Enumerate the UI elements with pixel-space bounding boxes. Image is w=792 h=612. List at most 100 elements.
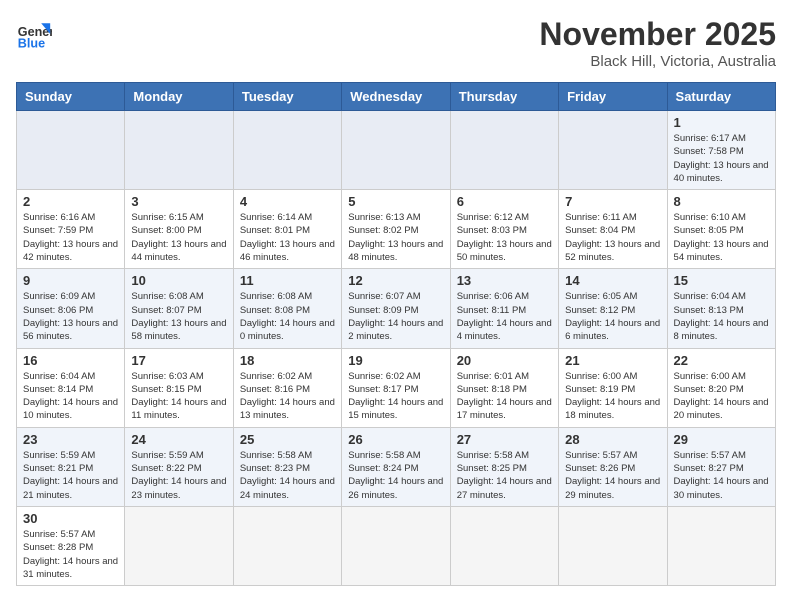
day-number: 6	[457, 194, 552, 209]
calendar-cell: 14 Sunrise: 6:05 AM Sunset: 8:12 PM Dayli…	[559, 269, 667, 348]
day-info: Sunrise: 5:57 AM Sunset: 8:26 PM Dayligh…	[565, 449, 660, 502]
calendar-cell	[559, 111, 667, 190]
day-info: Sunrise: 5:59 AM Sunset: 8:22 PM Dayligh…	[131, 449, 226, 502]
logo-icon: General Blue	[16, 16, 52, 52]
day-info: Sunrise: 6:06 AM Sunset: 8:11 PM Dayligh…	[457, 290, 552, 343]
calendar-cell: 23 Sunrise: 5:59 AM Sunset: 8:21 PM Dayli…	[17, 427, 125, 506]
day-number: 21	[565, 353, 660, 368]
day-info: Sunrise: 5:58 AM Sunset: 8:24 PM Dayligh…	[348, 449, 443, 502]
calendar-cell: 5Sunrise: 6:13 AM Sunset: 8:02 PM Daylig…	[342, 190, 450, 269]
weekday-header-wednesday: Wednesday	[342, 83, 450, 111]
day-info: Sunrise: 6:00 AM Sunset: 8:20 PM Dayligh…	[674, 370, 769, 423]
day-number: 16	[23, 353, 118, 368]
day-number: 1	[674, 115, 769, 130]
day-info: Sunrise: 6:15 AM Sunset: 8:00 PM Dayligh…	[131, 211, 226, 264]
day-number: 29	[674, 432, 769, 447]
day-number: 20	[457, 353, 552, 368]
day-info: Sunrise: 6:07 AM Sunset: 8:09 PM Dayligh…	[348, 290, 443, 343]
day-info: Sunrise: 6:00 AM Sunset: 8:19 PM Dayligh…	[565, 370, 660, 423]
day-number: 22	[674, 353, 769, 368]
calendar-cell	[17, 111, 125, 190]
day-number: 30	[23, 511, 118, 526]
calendar-cell: 15Sunrise: 6:04 AM Sunset: 8:13 PM Dayli…	[667, 269, 775, 348]
calendar-cell: 3 Sunrise: 6:15 AM Sunset: 8:00 PM Daylig…	[125, 190, 233, 269]
day-info: Sunrise: 6:13 AM Sunset: 8:02 PM Dayligh…	[348, 211, 443, 264]
calendar-cell: 25Sunrise: 5:58 AM Sunset: 8:23 PM Dayli…	[233, 427, 341, 506]
calendar-cell	[342, 111, 450, 190]
day-info: Sunrise: 6:10 AM Sunset: 8:05 PM Dayligh…	[674, 211, 769, 264]
day-number: 13	[457, 273, 552, 288]
day-number: 12	[348, 273, 443, 288]
day-info: Sunrise: 5:58 AM Sunset: 8:25 PM Dayligh…	[457, 449, 552, 502]
header: General Blue November 2025 Black Hill, V…	[16, 16, 776, 70]
calendar-cell: 26 Sunrise: 5:58 AM Sunset: 8:24 PM Dayli…	[342, 427, 450, 506]
day-info: Sunrise: 5:57 AM Sunset: 8:28 PM Dayligh…	[23, 528, 118, 581]
weekday-header-friday: Friday	[559, 83, 667, 111]
weekday-header-sunday: Sunday	[17, 83, 125, 111]
calendar-cell: 28 Sunrise: 5:57 AM Sunset: 8:26 PM Dayli…	[559, 427, 667, 506]
svg-text:Blue: Blue	[18, 37, 45, 51]
calendar-cell: 7 Sunrise: 6:11 AM Sunset: 8:04 PM Daylig…	[559, 190, 667, 269]
day-info: Sunrise: 6:02 AM Sunset: 8:17 PM Dayligh…	[348, 370, 443, 423]
title-area: November 2025 Black Hill, Victoria, Aust…	[539, 16, 776, 70]
day-info: Sunrise: 6:14 AM Sunset: 8:01 PM Dayligh…	[240, 211, 335, 264]
day-info: Sunrise: 6:04 AM Sunset: 8:14 PM Dayligh…	[23, 370, 118, 423]
day-number: 14	[565, 273, 660, 288]
day-number: 2	[23, 194, 118, 209]
day-number: 11	[240, 273, 335, 288]
calendar-cell: 20Sunrise: 6:01 AM Sunset: 8:18 PM Dayli…	[450, 348, 558, 427]
calendar-cell: 29 Sunrise: 5:57 AM Sunset: 8:27 PM Dayli…	[667, 427, 775, 506]
calendar-cell	[450, 506, 558, 585]
logo: General Blue	[16, 16, 52, 52]
weekday-header-tuesday: Tuesday	[233, 83, 341, 111]
week-row-1: 1Sunrise: 6:17 AM Sunset: 7:58 PM Daylig…	[17, 111, 776, 190]
weekday-header-saturday: Saturday	[667, 83, 775, 111]
calendar-cell: 2 Sunrise: 6:16 AM Sunset: 7:59 PM Daylig…	[17, 190, 125, 269]
weekday-header-monday: Monday	[125, 83, 233, 111]
calendar-cell	[125, 111, 233, 190]
calendar-cell: 1Sunrise: 6:17 AM Sunset: 7:58 PM Daylig…	[667, 111, 775, 190]
day-info: Sunrise: 6:16 AM Sunset: 7:59 PM Dayligh…	[23, 211, 118, 264]
day-number: 17	[131, 353, 226, 368]
calendar-cell: 30 Sunrise: 5:57 AM Sunset: 8:28 PM Dayli…	[17, 506, 125, 585]
day-number: 23	[23, 432, 118, 447]
week-row-2: 2 Sunrise: 6:16 AM Sunset: 7:59 PM Daylig…	[17, 190, 776, 269]
calendar-cell: 19 Sunrise: 6:02 AM Sunset: 8:17 PM Dayli…	[342, 348, 450, 427]
day-number: 3	[131, 194, 226, 209]
day-number: 10	[131, 273, 226, 288]
day-info: Sunrise: 6:05 AM Sunset: 8:12 PM Dayligh…	[565, 290, 660, 343]
day-info: Sunrise: 6:09 AM Sunset: 8:06 PM Dayligh…	[23, 290, 118, 343]
day-number: 25	[240, 432, 335, 447]
calendar-cell: 4 Sunrise: 6:14 AM Sunset: 8:01 PM Daylig…	[233, 190, 341, 269]
week-row-5: 23 Sunrise: 5:59 AM Sunset: 8:21 PM Dayli…	[17, 427, 776, 506]
day-info: Sunrise: 6:11 AM Sunset: 8:04 PM Dayligh…	[565, 211, 660, 264]
day-info: Sunrise: 6:12 AM Sunset: 8:03 PM Dayligh…	[457, 211, 552, 264]
weekday-header-row: SundayMondayTuesdayWednesdayThursdayFrid…	[17, 83, 776, 111]
day-number: 7	[565, 194, 660, 209]
calendar-cell: 22 Sunrise: 6:00 AM Sunset: 8:20 PM Dayli…	[667, 348, 775, 427]
calendar-cell: 21 Sunrise: 6:00 AM Sunset: 8:19 PM Dayli…	[559, 348, 667, 427]
day-number: 28	[565, 432, 660, 447]
calendar-cell	[559, 506, 667, 585]
day-number: 26	[348, 432, 443, 447]
subtitle: Black Hill, Victoria, Australia	[539, 53, 776, 70]
day-info: Sunrise: 5:59 AM Sunset: 8:21 PM Dayligh…	[23, 449, 118, 502]
calendar-cell	[450, 111, 558, 190]
day-number: 4	[240, 194, 335, 209]
calendar-cell: 18Sunrise: 6:02 AM Sunset: 8:16 PM Dayli…	[233, 348, 341, 427]
day-number: 18	[240, 353, 335, 368]
day-number: 24	[131, 432, 226, 447]
day-number: 8	[674, 194, 769, 209]
calendar-cell: 12 Sunrise: 6:07 AM Sunset: 8:09 PM Dayli…	[342, 269, 450, 348]
week-row-3: 9Sunrise: 6:09 AM Sunset: 8:06 PM Daylig…	[17, 269, 776, 348]
calendar-cell	[667, 506, 775, 585]
day-info: Sunrise: 6:03 AM Sunset: 8:15 PM Dayligh…	[131, 370, 226, 423]
day-number: 15	[674, 273, 769, 288]
calendar-cell: 6 Sunrise: 6:12 AM Sunset: 8:03 PM Daylig…	[450, 190, 558, 269]
day-info: Sunrise: 5:57 AM Sunset: 8:27 PM Dayligh…	[674, 449, 769, 502]
calendar-cell	[233, 506, 341, 585]
calendar-cell: 27 Sunrise: 5:58 AM Sunset: 8:25 PM Dayli…	[450, 427, 558, 506]
calendar-cell: 13 Sunrise: 6:06 AM Sunset: 8:11 PM Dayli…	[450, 269, 558, 348]
day-number: 19	[348, 353, 443, 368]
day-number: 27	[457, 432, 552, 447]
